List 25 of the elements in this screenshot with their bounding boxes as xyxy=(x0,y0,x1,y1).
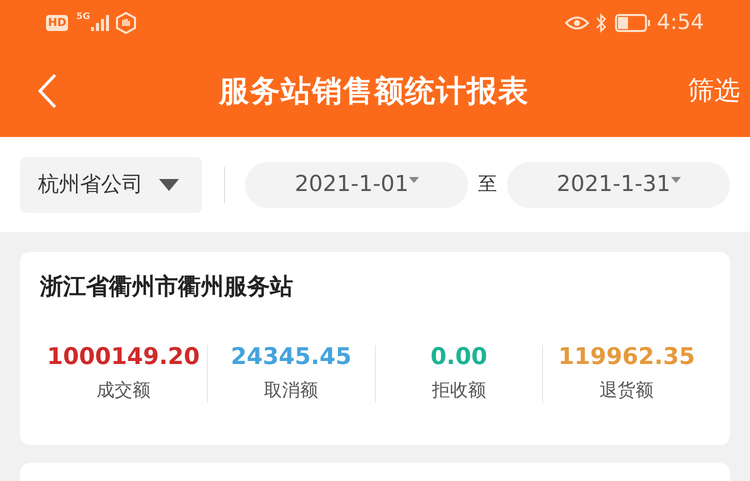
metric-value: 0.00 xyxy=(430,342,488,370)
metric-value: 119962.35 xyxy=(558,342,695,370)
metric-value: 24345.45 xyxy=(230,342,352,370)
company-dropdown[interactable]: 杭州省公司 xyxy=(20,156,202,212)
metric-label: 成交额 xyxy=(96,378,150,402)
battery-icon xyxy=(614,14,651,32)
metric-label: 退货额 xyxy=(600,378,654,402)
start-date-picker[interactable]: 2021-1-01 xyxy=(245,162,468,208)
metric-value: 1000149.20 xyxy=(46,342,200,370)
network-label: 5G xyxy=(76,11,90,24)
metric-label: 拒收额 xyxy=(432,378,486,402)
metric-label: 取消额 xyxy=(264,378,318,402)
date-separator: 至 xyxy=(478,172,498,198)
hand-icon xyxy=(115,12,137,34)
caret-icon xyxy=(670,176,680,182)
eye-icon xyxy=(564,16,589,30)
hd-badge: HD xyxy=(46,14,68,30)
station-name: 浙江省衢州市衢州服务站 xyxy=(40,273,293,302)
bluetooth-icon xyxy=(594,12,607,32)
dropdown-arrow-icon xyxy=(159,178,179,190)
caret-icon xyxy=(408,176,419,182)
end-date-picker[interactable]: 2021-1-31 xyxy=(507,162,730,208)
signal-icon xyxy=(91,14,109,30)
page-title: 服务站销售额统计报表 xyxy=(219,72,529,110)
clock-time: 4:54 xyxy=(656,8,704,36)
